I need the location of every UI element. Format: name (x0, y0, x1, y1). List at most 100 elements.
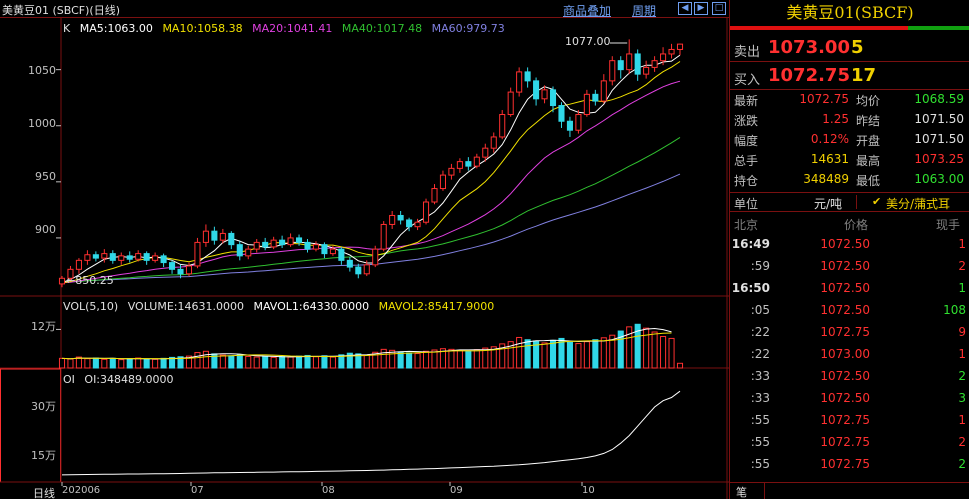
volume-bar (473, 349, 480, 369)
candle-body (160, 255, 167, 264)
tick-price: 1072.50 (820, 303, 870, 317)
volume-bar (566, 341, 573, 369)
stat-value: 1072.75 (799, 92, 849, 106)
volume-bar (465, 350, 472, 369)
candle-body (372, 248, 379, 266)
candle-body (236, 244, 243, 257)
oi-axis-box (0, 368, 61, 483)
candle-body (312, 244, 320, 250)
legend-ma10: MA10:1058.38 (162, 22, 243, 35)
tick-header-vol: 现手 (936, 218, 961, 232)
candle-body (270, 239, 277, 248)
tick-tab[interactable]: 笔 (736, 484, 747, 499)
tick-row[interactable]: :55 1072.75 2 (730, 457, 969, 478)
tick-volume: 1 (958, 413, 966, 427)
volume-bar (414, 353, 421, 369)
candle-body (473, 156, 480, 167)
scroll-left-button[interactable]: ◀ (678, 2, 692, 15)
high-marker: 1077.00 (565, 35, 611, 48)
candle-body (431, 188, 438, 203)
chart-area[interactable]: 美黄豆01 (SBCF)(日线) 商品叠加 周期 ◀ ▶ □ K MA5:106… (0, 0, 729, 499)
candle-body (126, 255, 133, 260)
ask-price: 1073.00 (768, 37, 850, 58)
candle-body (177, 268, 184, 275)
stat-value: 1.25 (822, 112, 849, 126)
volume-bar (152, 358, 159, 369)
stat-value: 1071.50 (914, 132, 964, 146)
legend-ma20: MA20:1041.41 (252, 22, 333, 35)
stat-value: 1063.00 (914, 172, 964, 186)
candle-body (524, 71, 531, 82)
scroll-right-button[interactable]: ▶ (694, 2, 708, 15)
candle-body (626, 53, 633, 71)
tick-row[interactable]: :55 1072.75 1 (730, 413, 969, 434)
tick-time: :33 (750, 369, 770, 383)
price-tick-1050: 1050 (28, 64, 56, 77)
tick-row[interactable]: 16:50 1072.50 1 (730, 281, 969, 302)
volume-bar (194, 352, 201, 369)
candle-body (143, 253, 150, 261)
candle-body (228, 232, 235, 246)
tick-row[interactable]: :33 1072.50 2 (730, 369, 969, 390)
volume-bar (245, 355, 252, 369)
volume-bar (92, 357, 99, 369)
candle-body (668, 48, 675, 55)
date-tick-10: 10 (582, 485, 595, 496)
candle-body (439, 174, 446, 190)
candle-body (389, 214, 396, 225)
period-link[interactable]: 周期 (632, 2, 656, 19)
candle-body (262, 241, 269, 248)
volume-bar (363, 354, 370, 369)
overlay-commodity-link[interactable]: 商品叠加 (563, 2, 611, 19)
chart-title: 美黄豆01 (SBCF)(日线) (2, 4, 121, 17)
volume-bar (558, 337, 565, 369)
tick-time: :22 (750, 347, 770, 361)
tick-row[interactable]: :59 1072.50 2 (730, 259, 969, 280)
tick-row[interactable]: :22 1072.75 9 (730, 325, 969, 346)
tick-volume: 9 (958, 325, 966, 339)
candle-body (448, 167, 455, 176)
tick-header: 北京 价格 现手 (730, 214, 969, 234)
volume-bar (516, 336, 523, 369)
volume-bar (651, 331, 658, 369)
check-icon[interactable]: ✔ (872, 195, 881, 208)
volume-legend: VOL(5,10) VOLUME:14631.0000 MAVOL1:64330… (63, 300, 500, 313)
volume-bar (600, 337, 607, 369)
candle-body (152, 255, 159, 261)
candle-body (202, 230, 209, 243)
tick-row[interactable]: :22 1073.00 1 (730, 347, 969, 368)
tick-price: 1072.50 (820, 259, 870, 273)
tick-price: 1072.75 (820, 457, 870, 471)
bid-row[interactable]: 买入 1072.75 17 (730, 62, 969, 90)
tick-row[interactable]: :55 1072.75 2 (730, 435, 969, 456)
tick-row[interactable]: :33 1072.50 3 (730, 391, 969, 412)
tick-row[interactable]: :05 1072.50 108 (730, 303, 969, 324)
candle-body (660, 53, 667, 62)
candle-body (296, 237, 303, 243)
tick-price: 1072.75 (820, 435, 870, 449)
candle-body (533, 80, 540, 100)
unit-value[interactable]: 元/吨 (814, 195, 842, 212)
maximize-button[interactable]: □ (712, 2, 726, 15)
tick-volume: 2 (958, 369, 966, 383)
volume-bar (135, 357, 142, 369)
ask-row[interactable]: 卖出 1073.00 5 (730, 34, 969, 62)
unit-separator (856, 195, 857, 209)
stat-label: 昨结 (856, 114, 881, 128)
candle-body (617, 60, 624, 71)
kline-chart-svg[interactable] (0, 18, 729, 499)
oi-legend: OI OI:348489.0000 (63, 373, 180, 386)
ma60-line (61, 173, 681, 283)
legend-oi: OI (63, 373, 75, 386)
candle-body (338, 248, 345, 261)
volume-bar (304, 354, 311, 369)
volume-bar (389, 349, 396, 369)
stat-label: 涨跌 (734, 114, 759, 128)
volume-bar (262, 356, 269, 369)
tick-row[interactable]: 16:49 1072.50 1 (730, 237, 969, 258)
volume-bar (422, 350, 430, 369)
currency-unit[interactable]: 美分/蒲式耳 (886, 195, 950, 212)
stat-value: 348489 (803, 172, 849, 186)
candle-body (279, 239, 286, 246)
quote-panel: 美黄豆01(SBCF) 卖出 1073.00 5 买入 1072.75 17 最… (729, 0, 969, 499)
